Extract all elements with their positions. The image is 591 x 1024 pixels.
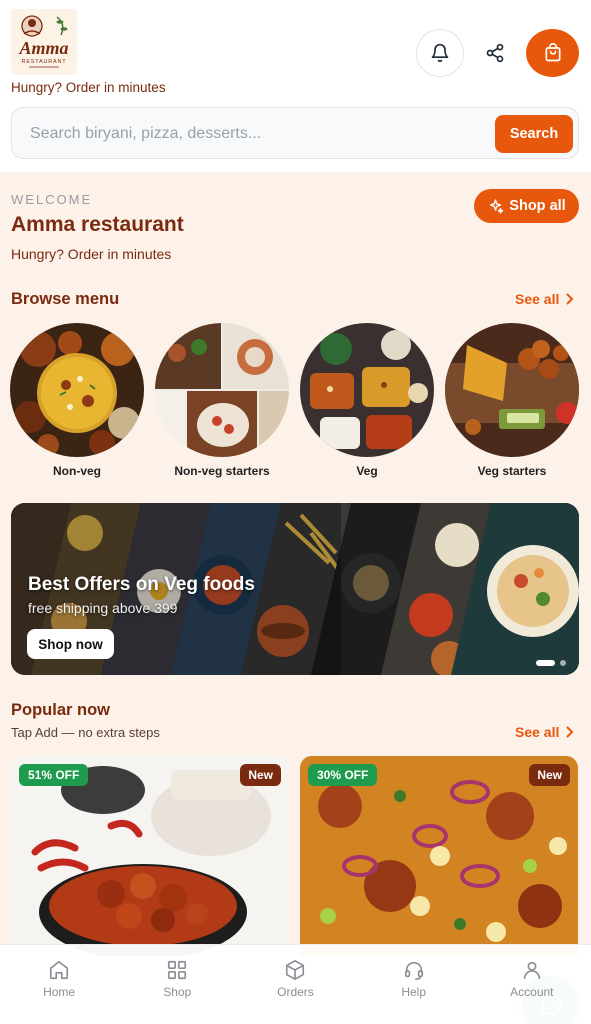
home-icon	[50, 960, 69, 980]
box-icon	[286, 960, 305, 980]
carousel-dot-active[interactable]	[536, 660, 555, 666]
shop-now-button[interactable]: Shop now	[27, 629, 114, 659]
bell-icon	[431, 43, 449, 63]
category-non-veg-starters[interactable]: Non-veg starters	[155, 323, 289, 478]
nav-help[interactable]: Help	[355, 945, 473, 1024]
popular-see-all-label: See all	[515, 724, 560, 740]
headset-icon	[404, 961, 423, 980]
product-image	[11, 756, 289, 956]
header-tagline: Hungry? Order in minutes	[11, 80, 166, 95]
nav-label: Help	[401, 985, 426, 999]
grid-icon	[168, 960, 187, 980]
shop-all-label: Shop all	[509, 198, 566, 214]
category-label: Veg starters	[477, 464, 547, 478]
share-icon	[486, 43, 504, 63]
nav-label: Account	[510, 985, 554, 999]
sparkles-icon	[490, 198, 504, 214]
welcome-label: WELCOME	[11, 192, 93, 207]
category-label: Non-veg	[53, 464, 101, 478]
browse-see-all-link[interactable]: See all	[515, 291, 574, 307]
carousel-dot[interactable]	[560, 660, 566, 666]
search-button[interactable]: Search	[495, 115, 573, 153]
logo-text: Amma	[18, 38, 68, 58]
chevron-right-icon	[566, 726, 574, 738]
discount-badge: 30% OFF	[308, 764, 378, 786]
category-image	[445, 323, 579, 457]
category-non-veg[interactable]: Non-veg	[10, 323, 144, 478]
banner-subtitle: free shipping above 399	[28, 600, 178, 616]
nav-label: Orders	[277, 985, 314, 999]
popular-subtitle: Tap Add — no extra steps	[11, 725, 160, 740]
logo-subtext: RESTAURANT	[22, 59, 67, 65]
nav-orders[interactable]: Orders	[236, 945, 354, 1024]
bottom-navigation: Home Shop Orders Help Account	[0, 944, 591, 1024]
category-label: Veg	[356, 464, 378, 478]
restaurant-name: Amma restaurant	[11, 213, 184, 236]
promo-banner[interactable]: Best Offers on Veg foods free shipping a…	[11, 503, 579, 675]
share-button[interactable]	[471, 29, 519, 77]
category-image	[300, 323, 434, 457]
category-image	[10, 323, 144, 457]
category-label: Non-veg starters	[174, 464, 270, 478]
chevron-right-icon	[566, 293, 574, 305]
shopping-bag-icon	[545, 43, 560, 62]
nav-home[interactable]: Home	[0, 945, 118, 1024]
product-card[interactable]: 30% OFF New	[300, 756, 578, 956]
user-icon	[523, 961, 541, 980]
discount-badge: 51% OFF	[19, 764, 89, 786]
search-bar: Search	[11, 107, 579, 159]
nav-shop[interactable]: Shop	[118, 945, 236, 1024]
new-badge: New	[240, 764, 281, 786]
category-image	[155, 323, 289, 457]
restaurant-logo[interactable]: Amma RESTAURANT	[11, 9, 77, 75]
search-input[interactable]	[30, 121, 490, 147]
product-image	[300, 756, 578, 956]
nav-label: Shop	[163, 985, 192, 999]
popular-title: Popular now	[11, 701, 110, 719]
category-veg-starters[interactable]: Veg starters	[445, 323, 579, 478]
browse-see-all-label: See all	[515, 291, 560, 307]
main-content: WELCOME Shop all Amma restaurant Hungry?…	[0, 172, 591, 1024]
category-veg[interactable]: Veg	[300, 323, 434, 478]
product-card[interactable]: 51% OFF New	[11, 756, 289, 956]
nav-label: Home	[43, 985, 76, 999]
new-badge: New	[529, 764, 570, 786]
nav-account[interactable]: Account	[473, 945, 591, 1024]
app-header: Amma RESTAURANT Hungry? Order in minutes…	[0, 0, 591, 172]
cart-button[interactable]	[526, 29, 579, 77]
banner-title: Best Offers on Veg foods	[28, 574, 255, 595]
notifications-button[interactable]	[416, 29, 464, 77]
shop-all-button[interactable]: Shop all	[474, 189, 579, 223]
browse-menu-title: Browse menu	[11, 290, 120, 308]
welcome-subtitle: Hungry? Order in minutes	[11, 246, 172, 262]
popular-see-all-link[interactable]: See all	[515, 724, 574, 740]
